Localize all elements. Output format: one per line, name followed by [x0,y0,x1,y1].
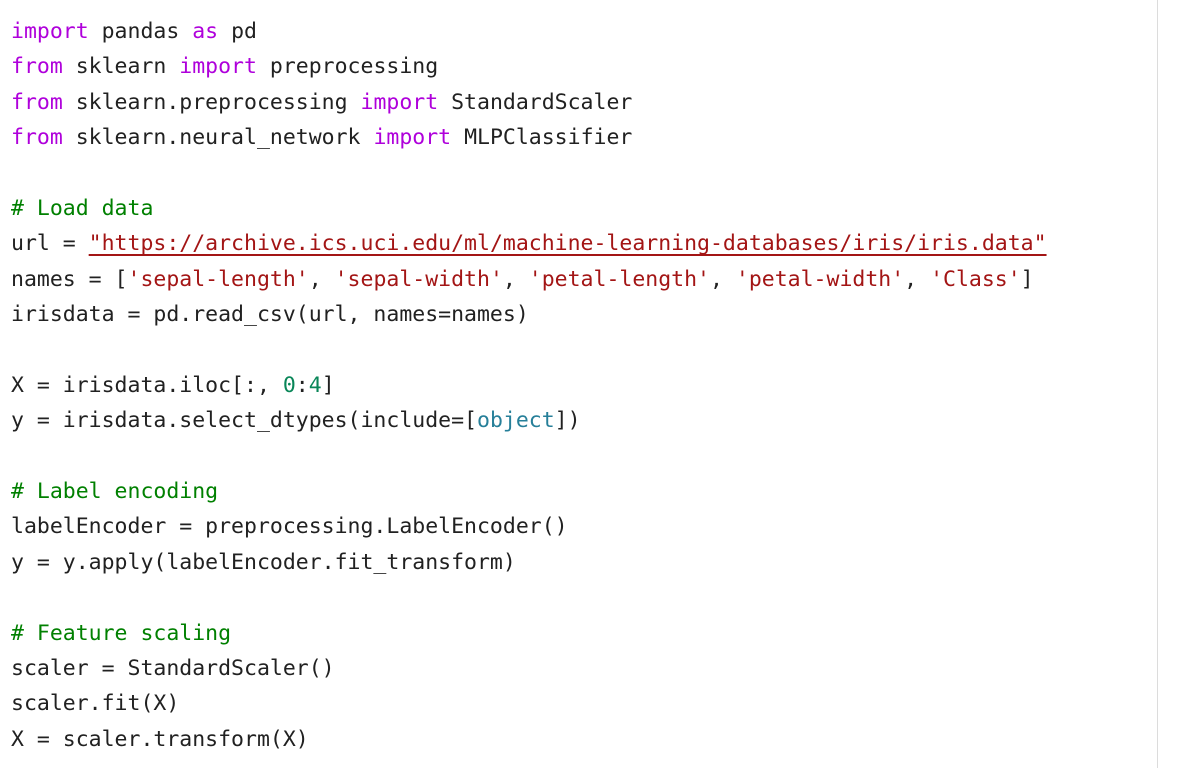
code-line: scaler.fit(X) [11,686,1047,721]
code-token: pd [218,19,257,44]
code-line: X = irisdata.iloc[:, 0:4] [11,368,1047,403]
code-token: scaler.fit(X) [11,691,180,717]
code-token: import [11,19,89,44]
code-line: y = irisdata.select_dtypes(include=[obje… [11,403,1047,438]
code-cell[interactable]: import pandas as pd from sklearn import p… [0,0,1158,768]
code-token: , [710,266,736,292]
code-token: 'sepal-length' [127,266,309,292]
code-token: y = y.apply(labelEncoder.fit_transform) [11,549,516,575]
code-token: , [904,266,931,292]
code-token: 'petal-width' [735,266,905,292]
code-line: y = y.apply(labelEncoder.fit_transform) [11,545,1047,580]
code-line: # Label encoding [11,474,1047,509]
code-line: from sklearn.preprocessing import Standa… [11,85,1047,120]
code-line: labelEncoder = preprocessing.LabelEncode… [11,509,1047,544]
code-token: , [502,266,529,292]
code-line: X = scaler.transform(X) [11,722,1047,757]
code-token: # Load data [11,195,154,221]
code-token: sklearn.preprocessing [62,89,361,115]
code-token: sklearn.neural_network [62,125,374,151]
code-token: : [295,372,309,398]
code-token: # Label encoding [11,479,219,505]
code-line: names = ['sepal-length', 'sepal-width', … [11,262,1047,297]
code-line: from sklearn.neural_network import MLPCl… [11,120,1047,155]
code-token: sklearn [62,54,180,80]
code-token: 4 [308,372,322,398]
code-token: X = irisdata.iloc[:, [11,372,283,398]
code-token: as [192,19,219,44]
code-token: StandardScaler [438,89,633,115]
code-line: from sklearn import preprocessing [11,49,1047,84]
code-token: "https://archive.ics.uci.edu/ml/machine-… [88,231,1047,257]
code-token: object [477,408,555,434]
code-token: from [11,54,63,80]
code-token: import [360,89,439,115]
code-token: from [11,89,63,115]
code-token: , [308,266,335,292]
code-token: labelEncoder = preprocessing.LabelEncode… [11,514,568,540]
code-line: url = "https://archive.ics.uci.edu/ml/ma… [11,226,1047,261]
code-token: ]) [554,408,581,434]
code-token: 'Class' [930,266,1021,292]
code-token: irisdata = pd.read_csv(url, names=names) [11,302,529,328]
code-token: 'sepal-width' [334,266,503,292]
code-token: 'petal-length' [528,266,710,292]
code-token: import [179,54,257,80]
code-line: import pandas as pd [11,14,1047,49]
code-line: # Feature scaling [11,616,1047,651]
code-token: scaler = StandardScaler() [11,656,335,682]
code-token: 0 [282,372,296,398]
code-line: irisdata = pd.read_csv(url, names=names) [11,297,1047,332]
code-token: pandas [88,19,193,44]
code-token: preprocessing [256,54,439,80]
code-line: scaler = StandardScaler() [11,651,1047,686]
code-token: from [11,125,63,151]
code-token: y = irisdata.select_dtypes(include=[ [11,408,477,434]
code-editor[interactable]: import pandas as pd from sklearn import p… [11,14,1047,757]
code-token: ] [1020,266,1034,292]
code-token: import [373,125,452,151]
code-token: MLPClassifier [451,125,633,151]
code-token: url = [11,231,89,257]
code-line: # Load data [11,191,1047,226]
code-token: names = [ [11,266,128,292]
code-token: # Feature scaling [11,620,232,646]
code-token: X = scaler.transform(X) [11,726,309,752]
code-token: ] [321,372,335,398]
